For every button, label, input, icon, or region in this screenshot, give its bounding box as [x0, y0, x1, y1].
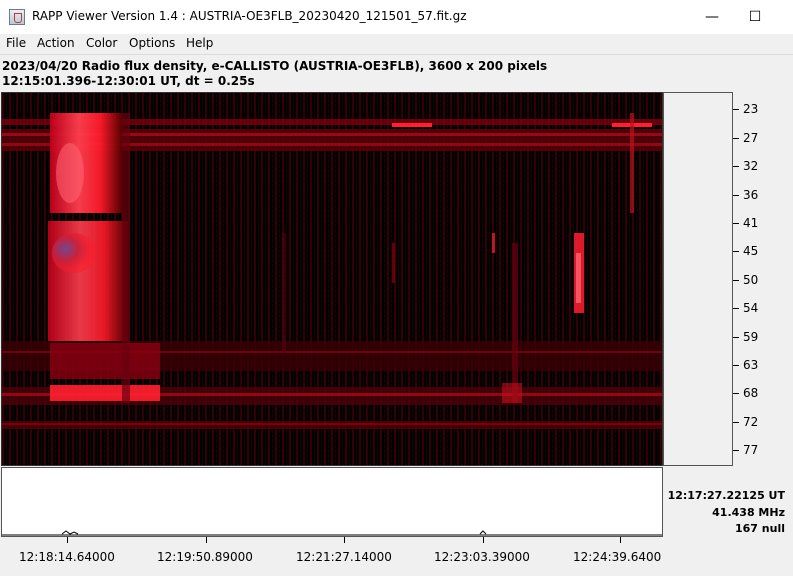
y-tick-label: 59	[733, 330, 758, 344]
menu-options[interactable]: Options	[129, 36, 175, 50]
y-tick-label: 68	[733, 386, 758, 400]
menu-bar: File Action Color Options Help	[0, 34, 793, 55]
x-tick-label: 12:21:27.14000	[296, 550, 392, 564]
maximize-button[interactable]: ☐	[741, 6, 769, 28]
cursor-value-readout: 167 null	[735, 522, 785, 535]
spectrogram-image	[2, 93, 662, 465]
menu-file[interactable]: File	[6, 36, 26, 50]
light-curve-panel[interactable]	[1, 467, 663, 537]
y-tick-label: 32	[733, 159, 758, 173]
x-tick-label: 12:24:39.6400	[573, 550, 662, 564]
frequency-axis: 23 27 32 36 41 45 50 54 59 63 68 72 77	[733, 92, 793, 466]
y-tick-label: 36	[733, 188, 758, 202]
x-tick-label: 12:19:50.89000	[157, 550, 253, 564]
cursor-frequency-readout: 41.438 MHz	[712, 506, 785, 519]
menu-help[interactable]: Help	[186, 36, 213, 50]
java-app-icon	[9, 9, 25, 25]
light-curve-plot	[2, 530, 662, 536]
y-tick-label: 41	[733, 216, 758, 230]
x-tick-mark	[620, 537, 621, 543]
time-range-info: 12:15:01.396-12:30:01 UT, dt = 0.25s	[2, 74, 255, 88]
cursor-time-readout: 12:17:27.22125 UT	[667, 489, 785, 502]
x-tick-mark	[67, 537, 68, 543]
observation-info: 2023/04/20 Radio flux density, e-CALLIST…	[2, 59, 548, 73]
color-scale-panel	[663, 92, 733, 466]
y-tick-label: 72	[733, 415, 758, 429]
x-tick-mark	[344, 537, 345, 543]
y-tick-label: 45	[733, 244, 758, 258]
x-tick-mark	[483, 537, 484, 543]
y-tick-label: 54	[733, 301, 758, 315]
y-tick-label: 77	[733, 443, 758, 457]
x-tick-mark	[206, 537, 207, 543]
x-tick-label: 12:23:03.39000	[434, 550, 530, 564]
x-tick-label: 12:18:14.64000	[19, 550, 115, 564]
y-tick-label: 23	[733, 102, 758, 116]
y-tick-label: 50	[733, 273, 758, 287]
y-tick-label: 63	[733, 358, 758, 372]
menu-color[interactable]: Color	[86, 36, 117, 50]
y-tick-label: 27	[733, 131, 758, 145]
menu-action[interactable]: Action	[37, 36, 75, 50]
title-bar: RAPP Viewer Version 1.4 : AUSTRIA-OE3FLB…	[0, 0, 793, 34]
spectrogram-canvas[interactable]	[1, 92, 663, 466]
minimize-button[interactable]: —	[698, 6, 726, 28]
window-title: RAPP Viewer Version 1.4 : AUSTRIA-OE3FLB…	[32, 9, 467, 23]
